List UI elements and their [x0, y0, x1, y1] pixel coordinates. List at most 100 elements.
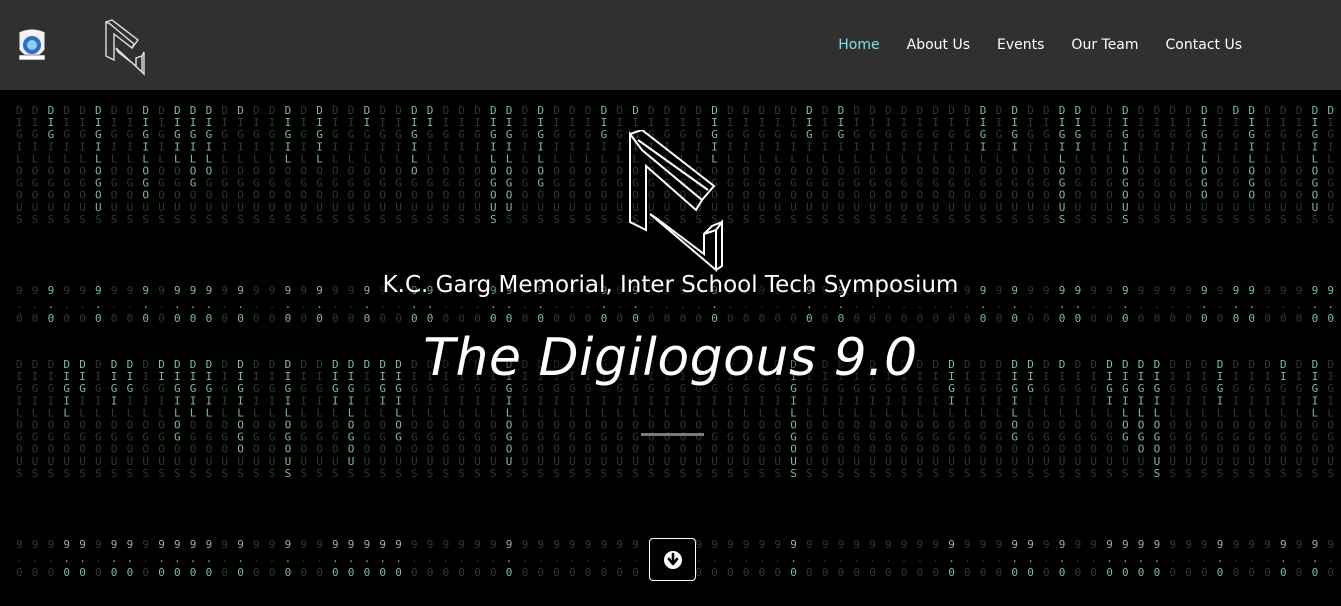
- matrix-char: G: [237, 177, 244, 190]
- matrix-char: I: [1011, 140, 1018, 153]
- matrix-char: O: [585, 419, 592, 432]
- matrix-char: I: [1201, 116, 1208, 129]
- matrix-char: O: [1248, 165, 1255, 178]
- matrix-char: U: [1280, 455, 1287, 468]
- matrix-char: L: [111, 152, 118, 165]
- matrix-char: 0: [348, 566, 355, 579]
- matrix-char: D: [300, 104, 307, 117]
- matrix-char: G: [1217, 177, 1224, 190]
- matrix-char: 0: [474, 566, 481, 579]
- matrix-char: 9: [142, 538, 149, 551]
- matrix-char: G: [127, 128, 134, 141]
- matrix-char: .: [411, 552, 418, 565]
- scroll-down-button[interactable]: [649, 538, 696, 581]
- matrix-char: G: [774, 177, 781, 190]
- matrix-char: L: [332, 152, 339, 165]
- matrix-char: .: [1169, 298, 1176, 311]
- matrix-char: L: [1154, 152, 1161, 165]
- matrix-char: U: [348, 455, 355, 468]
- matrix-char: O: [427, 419, 434, 432]
- matrix-char: L: [316, 406, 323, 419]
- nav-home[interactable]: Home: [838, 37, 879, 53]
- matrix-char: O: [458, 443, 465, 456]
- matrix-char: O: [300, 189, 307, 202]
- matrix-char: L: [727, 406, 734, 419]
- matrix-char: I: [332, 116, 339, 129]
- matrix-char: I: [806, 116, 813, 129]
- matrix-char: U: [1122, 455, 1129, 468]
- matrix-char: 9: [443, 538, 450, 551]
- matrix-char: I: [601, 116, 608, 129]
- matrix-char: L: [142, 406, 149, 419]
- matrix-char: 9: [1169, 538, 1176, 551]
- matrix-char: S: [885, 467, 892, 480]
- matrix-char: I: [474, 116, 481, 129]
- matrix-char: O: [427, 189, 434, 202]
- nav-events[interactable]: Events: [997, 37, 1044, 53]
- matrix-char: I: [822, 140, 829, 153]
- matrix-char: D: [1138, 104, 1145, 117]
- matrix-char: O: [1327, 165, 1334, 178]
- matrix-char: I: [1169, 140, 1176, 153]
- matrix-char: U: [601, 455, 608, 468]
- matrix-char: U: [253, 455, 260, 468]
- matrix-char: .: [869, 552, 876, 565]
- matrix-char: O: [316, 419, 323, 432]
- nav-contact-us[interactable]: Contact Us: [1166, 37, 1242, 53]
- matrix-char: D: [1327, 104, 1334, 117]
- matrix-char: 0: [237, 312, 244, 325]
- matrix-char: U: [1154, 201, 1161, 214]
- matrix-char: O: [774, 165, 781, 178]
- matrix-char: 9: [348, 538, 355, 551]
- nav-about-us[interactable]: About Us: [907, 37, 970, 53]
- matrix-char: 0: [980, 312, 987, 325]
- arrow-down-circle-icon: [663, 550, 682, 569]
- matrix-char: 0: [48, 566, 55, 579]
- matrix-char: 0: [1264, 566, 1271, 579]
- matrix-char: G: [774, 128, 781, 141]
- matrix-char: .: [111, 552, 118, 565]
- matrix-char: O: [253, 419, 260, 432]
- matrix-char: .: [490, 298, 497, 311]
- matrix-char: G: [316, 177, 323, 190]
- matrix-char: O: [601, 443, 608, 456]
- nav-our-team[interactable]: Our Team: [1071, 37, 1138, 53]
- matrix-char: 0: [395, 312, 402, 325]
- matrix-char: L: [1233, 406, 1240, 419]
- matrix-char: G: [300, 431, 307, 444]
- school-emblem-icon[interactable]: [16, 28, 48, 66]
- matrix-char: L: [379, 406, 386, 419]
- matrix-char: D: [269, 104, 276, 117]
- matrix-char: O: [79, 419, 86, 432]
- matrix-char: S: [411, 213, 418, 226]
- matrix-char: I: [411, 394, 418, 407]
- matrix-char: L: [190, 152, 197, 165]
- matrix-char: 0: [996, 566, 1003, 579]
- matrix-char: O: [206, 189, 213, 202]
- matrix-char: U: [206, 201, 213, 214]
- matrix-char: .: [348, 552, 355, 565]
- matrix-char: I: [1248, 116, 1255, 129]
- matrix-char: G: [127, 177, 134, 190]
- matrix-char: I: [1264, 394, 1271, 407]
- digilogous-logo-icon[interactable]: [102, 18, 146, 76]
- matrix-char: I: [553, 394, 560, 407]
- matrix-char: L: [853, 406, 860, 419]
- matrix-char: O: [1185, 189, 1192, 202]
- matrix-char: U: [1217, 201, 1224, 214]
- matrix-char: U: [174, 455, 181, 468]
- matrix-char: S: [1217, 213, 1224, 226]
- matrix-char: S: [838, 213, 845, 226]
- matrix-char: 9: [1075, 538, 1082, 551]
- matrix-char: L: [63, 406, 70, 419]
- matrix-char: G: [174, 431, 181, 444]
- matrix-char: D: [174, 104, 181, 117]
- matrix-char: .: [269, 552, 276, 565]
- matrix-char: S: [806, 467, 813, 480]
- matrix-char: L: [1327, 406, 1334, 419]
- matrix-char: I: [300, 116, 307, 129]
- matrix-char: L: [1122, 152, 1129, 165]
- matrix-char: I: [1296, 394, 1303, 407]
- matrix-char: G: [980, 177, 987, 190]
- matrix-char: G: [1201, 177, 1208, 190]
